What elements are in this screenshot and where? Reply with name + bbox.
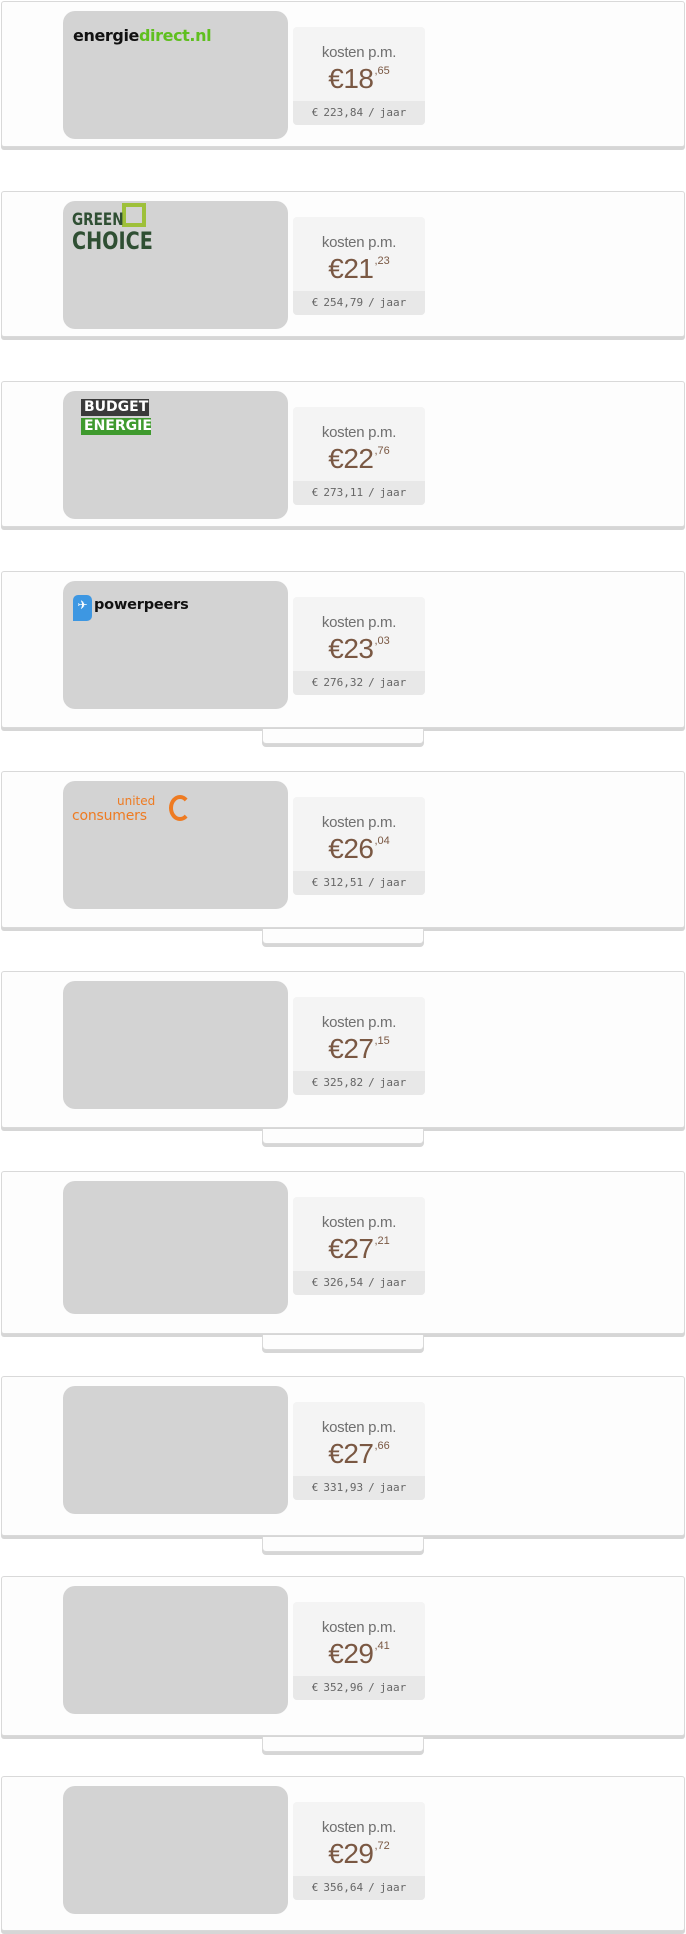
yearly-price: €352,96/jaar [293,1676,425,1700]
yearly-price: €325,82/jaar [293,1071,425,1095]
offer-card[interactable]: ✈ powerpeers kosten p.m. €23,03 €276,32/j… [1,571,685,728]
monthly-price: €18,65 [328,63,390,94]
offer-card[interactable]: kosten p.m. €29,72 €356,64/jaar [1,1776,685,1931]
price-label: kosten p.m. [321,234,397,251]
price-box: kosten p.m. €29,41 €352,96/jaar [293,1602,425,1700]
offer-details-tab[interactable] [262,929,424,944]
offer-details-tab[interactable] [262,1537,424,1552]
yearly-price: €356,64/jaar [293,1876,425,1900]
price-box: kosten p.m. €21,23 €254,79/jaar [293,217,425,315]
offer-card[interactable]: BUDGET ENERGIE kosten p.m. €22,76 €273,1… [1,381,685,527]
monthly-price: €27,15 [328,1033,390,1064]
monthly-price: €26,04 [328,833,390,864]
budgetenergie-logo: BUDGET ENERGIE [81,399,152,435]
powerpeers-logo: ✈ powerpeers [73,595,189,621]
yearly-price: €276,32/jaar [293,671,425,695]
unitedconsumers-logo: united consumers [72,793,192,829]
price-box: kosten p.m. €23,03 €276,32/jaar [293,597,425,695]
supplier-logo [63,1386,288,1514]
yearly-price: €223,84/jaar [293,101,425,125]
unitedconsumers-c-icon [169,795,191,821]
price-box: kosten p.m. €27,15 €325,82/jaar [293,997,425,1095]
supplier-logo: GREEN CHOICE [63,201,288,329]
monthly-price: €21,23 [328,253,390,284]
powerpeers-plane-icon: ✈ [73,595,92,621]
yearly-price: €273,11/jaar [293,481,425,505]
monthly-price: €27,66 [328,1438,390,1469]
supplier-logo: BUDGET ENERGIE [63,391,288,519]
monthly-price: €29,41 [328,1638,390,1669]
supplier-logo: united consumers [63,781,288,909]
price-label: kosten p.m. [321,814,397,831]
price-label: kosten p.m. [321,1014,397,1031]
price-box: kosten p.m. €29,72 €356,64/jaar [293,1802,425,1900]
supplier-logo [63,1786,288,1914]
supplier-logo [63,1586,288,1714]
yearly-price: €331,93/jaar [293,1476,425,1500]
price-box: kosten p.m. €18,65 €223,84/jaar [293,27,425,125]
offer-card[interactable]: GREEN CHOICE kosten p.m. €21,23 €254,79/… [1,191,685,337]
offer-card[interactable]: kosten p.m. €27,21 €326,54/jaar [1,1171,685,1334]
offer-details-tab[interactable] [262,729,424,744]
price-box: kosten p.m. €27,66 €331,93/jaar [293,1402,425,1500]
price-label: kosten p.m. [321,1819,397,1836]
greenchoice-logo: GREEN CHOICE [72,203,162,255]
price-label: kosten p.m. [321,44,397,61]
monthly-price: €22,76 [328,443,390,474]
price-label: kosten p.m. [321,1419,397,1436]
monthly-price: €23,03 [328,633,390,664]
price-label: kosten p.m. [321,1214,397,1231]
price-label: kosten p.m. [321,614,397,631]
supplier-logo [63,981,288,1109]
supplier-logo: ✈ powerpeers [63,581,288,709]
monthly-price: €27,21 [328,1233,390,1264]
yearly-price: €254,79/jaar [293,291,425,315]
price-label: kosten p.m. [321,1619,397,1636]
supplier-logo: energiedirect.nl [63,11,288,139]
offer-card[interactable]: kosten p.m. €27,15 €325,82/jaar [1,971,685,1128]
monthly-price: €29,72 [328,1838,390,1869]
price-label: kosten p.m. [321,424,397,441]
offer-card[interactable]: energiedirect.nl kosten p.m. €18,65 €223… [1,1,685,147]
price-box: kosten p.m. €26,04 €312,51/jaar [293,797,425,895]
offer-details-tab[interactable] [262,1335,424,1350]
energiedirect-logo: energiedirect.nl [73,26,212,45]
offer-details-tab[interactable] [262,1737,424,1752]
offer-card[interactable]: kosten p.m. €29,41 €352,96/jaar [1,1576,685,1736]
offer-details-tab[interactable] [262,1129,424,1144]
price-box: kosten p.m. €22,76 €273,11/jaar [293,407,425,505]
price-box: kosten p.m. €27,21 €326,54/jaar [293,1197,425,1295]
offer-card[interactable]: united consumers kosten p.m. €26,04 €312… [1,771,685,928]
yearly-price: €326,54/jaar [293,1271,425,1295]
offer-card[interactable]: kosten p.m. €27,66 €331,93/jaar [1,1376,685,1536]
supplier-logo [63,1181,288,1314]
yearly-price: €312,51/jaar [293,871,425,895]
